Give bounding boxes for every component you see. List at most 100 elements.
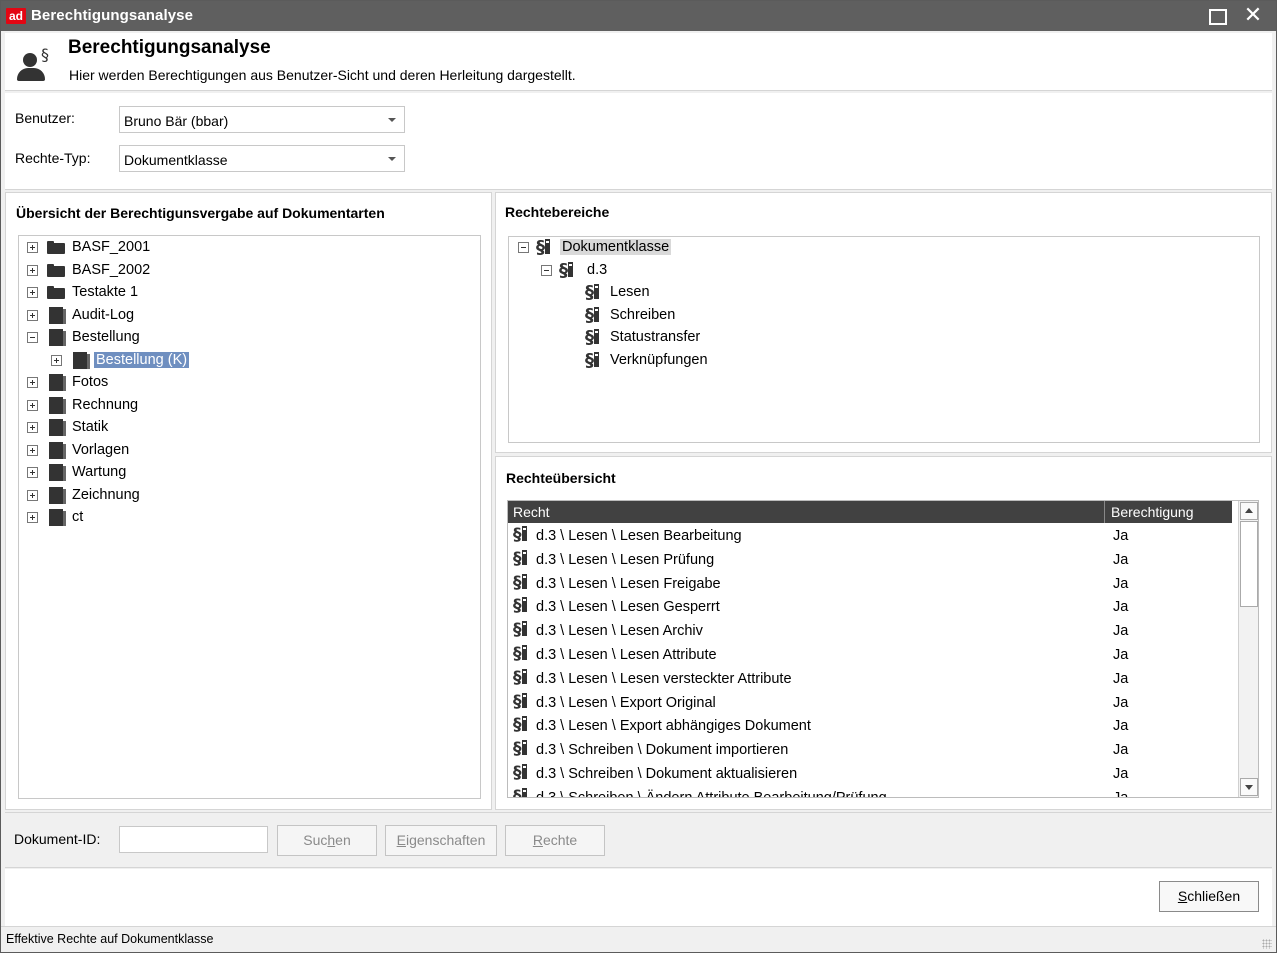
paragraph-icon: § <box>559 260 581 282</box>
tree-item[interactable]: BASF_2002 <box>27 260 327 282</box>
column-header-permission[interactable]: Berechtigung <box>1111 504 1194 520</box>
table-cell-right: d.3 \ Schreiben \ Ändern Attribute Bearb… <box>536 789 887 798</box>
scroll-thumb[interactable] <box>1240 521 1258 607</box>
expand-icon[interactable] <box>27 310 38 321</box>
table-row[interactable]: § d.3 \ Lesen \ Lesen Prüfung Ja <box>508 548 1232 572</box>
tree-item[interactable]: ct <box>27 507 327 529</box>
table-cell-right: d.3 \ Lesen \ Lesen Bearbeitung <box>536 528 742 544</box>
expand-icon[interactable] <box>27 287 38 298</box>
chevron-down-icon[interactable] <box>388 118 396 122</box>
tree-item[interactable]: Statik <box>27 417 327 439</box>
table-row[interactable]: § d.3 \ Lesen \ Export abhängiges Dokumen… <box>508 714 1232 738</box>
tree-item[interactable]: Zeichnung <box>27 485 327 507</box>
expand-icon[interactable] <box>27 490 38 501</box>
rights-tree-item[interactable]: § Lesen <box>585 282 985 304</box>
document-icon <box>49 397 66 414</box>
table-cell-right: d.3 \ Lesen \ Lesen versteckter Attribut… <box>536 670 792 687</box>
search-button[interactable]: Suchen <box>277 825 377 856</box>
user-select[interactable]: Bruno Bär (bbar) <box>119 106 405 133</box>
collapse-icon[interactable] <box>541 265 552 276</box>
document-icon <box>49 464 66 481</box>
paragraph-icon: § <box>585 282 607 304</box>
table-row[interactable]: § d.3 \ Lesen \ Export Original Ja <box>508 691 1232 715</box>
tree-item[interactable]: BASF_2001 <box>27 237 327 259</box>
tree-item-selected[interactable]: Bestellung (K) <box>51 350 351 372</box>
expand-icon[interactable] <box>27 422 38 433</box>
table-cell-permission: Ja <box>1113 789 1129 798</box>
expand-icon[interactable] <box>27 467 38 478</box>
status-text: Effektive Rechte auf Dokumentklasse <box>6 932 214 946</box>
scroll-up-icon[interactable] <box>1240 502 1258 520</box>
rights-areas-tree[interactable]: § Dokumentklasse § d.3 § Lesen § Schreib… <box>508 236 1260 443</box>
table-cell-permission: Ja <box>1113 528 1129 544</box>
rights-table[interactable]: Recht Berechtigung § d.3 \ Lesen \ Lesen … <box>507 500 1259 798</box>
window-title: Berechtigungsanalyse <box>31 7 194 24</box>
document-icon <box>73 352 90 369</box>
expand-icon[interactable] <box>27 445 38 456</box>
collapse-icon[interactable] <box>518 242 529 253</box>
document-type-tree[interactable]: BASF_2001 BASF_2002 Testakte 1 Audit-Log <box>18 235 481 799</box>
rights-tree-item[interactable]: § Schreiben <box>585 305 985 327</box>
table-row[interactable]: § d.3 \ Lesen \ Lesen Archiv Ja <box>508 619 1232 643</box>
document-id-input[interactable] <box>119 826 268 853</box>
paragraph-icon: § <box>513 549 535 571</box>
resize-grip-icon[interactable] <box>1262 939 1272 949</box>
table-row[interactable]: § d.3 \ Schreiben \ Dokument importieren J… <box>508 738 1232 762</box>
table-row[interactable]: § d.3 \ Schreiben \ Dokument aktualisiere… <box>508 762 1232 786</box>
rights-tree-item[interactable]: § Statustransfer <box>585 327 985 349</box>
tree-item[interactable]: Audit-Log <box>27 305 327 327</box>
table-row[interactable]: § d.3 \ Lesen \ Lesen Attribute Ja <box>508 643 1232 667</box>
tree-item[interactable]: Wartung <box>27 462 327 484</box>
rights-areas-panel: Rechtebereiche § Dokumentklasse § d.3 § … <box>495 192 1272 453</box>
close-button[interactable]: Schließen <box>1159 881 1259 912</box>
table-row[interactable]: § d.3 \ Schreiben \ Ändern Attribute Bear… <box>508 786 1232 798</box>
rights-type-select[interactable]: Dokumentklasse <box>119 145 405 172</box>
table-cell-permission: Ja <box>1113 647 1129 663</box>
tree-item[interactable]: Testakte 1 <box>27 282 327 304</box>
table-cell-permission: Ja <box>1113 623 1129 640</box>
table-cell-right: d.3 \ Lesen \ Lesen Freigabe <box>536 575 721 592</box>
user-permission-icon: § <box>15 45 55 85</box>
close-icon[interactable]: ✕ <box>1233 1 1273 31</box>
paragraph-icon: § <box>513 644 535 666</box>
paragraph-icon: § <box>536 237 558 259</box>
table-row[interactable]: § d.3 \ Lesen \ Lesen Gesperrt Ja <box>508 595 1232 619</box>
tree-item[interactable]: Bestellung <box>27 327 327 349</box>
expand-icon[interactable] <box>51 355 62 366</box>
rights-tree-item[interactable]: § d.3 <box>541 260 941 282</box>
rights-tree-item[interactable]: § Dokumentklasse <box>518 237 918 259</box>
expand-icon[interactable] <box>27 512 38 523</box>
page-title: Berechtigungsanalyse <box>68 37 271 58</box>
expand-icon[interactable] <box>27 265 38 276</box>
table-row[interactable]: § d.3 \ Lesen \ Lesen versteckter Attribu… <box>508 667 1232 691</box>
maximize-icon[interactable] <box>1197 1 1237 31</box>
tree-item[interactable]: Fotos <box>27 372 327 394</box>
properties-button[interactable]: Eigenschaften <box>385 825 497 856</box>
collapse-icon[interactable] <box>27 332 38 343</box>
table-row[interactable]: § d.3 \ Lesen \ Lesen Bearbeitung Ja <box>508 524 1232 548</box>
rights-tree-item[interactable]: § Verknüpfungen <box>585 350 985 372</box>
expand-icon[interactable] <box>27 400 38 411</box>
expand-icon[interactable] <box>27 242 38 253</box>
table-scrollbar[interactable] <box>1238 501 1258 797</box>
table-row[interactable]: § d.3 \ Lesen \ Lesen Freigabe Ja <box>508 572 1232 596</box>
folder-icon <box>47 286 65 299</box>
table-header: Recht Berechtigung <box>508 501 1232 523</box>
expand-icon[interactable] <box>27 377 38 388</box>
paragraph-icon: § <box>513 525 535 547</box>
table-cell-right: d.3 \ Lesen \ Export abhängiges Dokument <box>536 718 811 735</box>
table-cell-right: d.3 \ Lesen \ Export Original <box>536 694 716 711</box>
scroll-down-icon[interactable] <box>1240 778 1258 796</box>
folder-icon <box>47 264 65 277</box>
paragraph-icon: § <box>513 573 535 595</box>
paragraph-icon: § <box>513 715 535 737</box>
column-header-right[interactable]: Recht <box>513 504 550 520</box>
tree-item[interactable]: Vorlagen <box>27 440 327 462</box>
table-cell-permission: Ja <box>1113 670 1129 687</box>
table-cell-permission: Ja <box>1113 599 1129 616</box>
document-id-label: Dokument-ID: <box>14 831 101 847</box>
tree-item[interactable]: Rechnung <box>27 395 327 417</box>
app-logo: ad <box>6 8 26 24</box>
rights-button[interactable]: Rechte <box>505 825 605 856</box>
chevron-down-icon[interactable] <box>388 157 396 161</box>
